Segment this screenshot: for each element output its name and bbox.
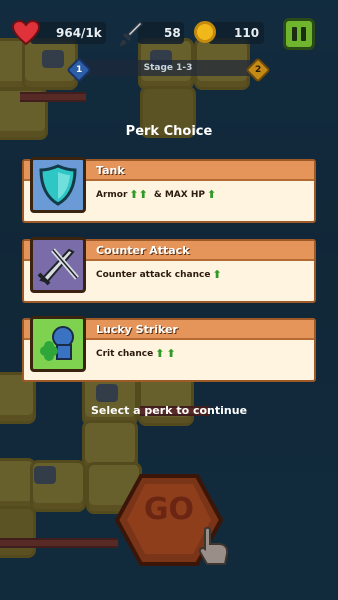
coin-icon	[194, 21, 216, 43]
coin-pill: 110	[208, 22, 264, 44]
attack-pill: 58	[138, 22, 184, 44]
crossed-swords-icon	[30, 237, 86, 293]
sword-icon	[120, 20, 144, 46]
stage-progress: Stage 1-3	[78, 60, 258, 76]
clover-knight-icon	[30, 316, 86, 372]
perk-name: Counter Attack	[96, 244, 190, 257]
health-pill: 964/1k	[30, 22, 106, 44]
perk-modal-title: Perk Choice	[125, 124, 213, 139]
top-hud: 964/1k 58 110	[0, 14, 338, 50]
select-perk-hint: Select a perk to continue	[90, 404, 248, 417]
coin-value: 110	[234, 26, 260, 40]
health-value: 964/1k	[56, 26, 102, 40]
pointer-hand-icon	[198, 526, 229, 565]
perk-card-lucky-striker[interactable]: Lucky Striker Crit chance ⬆ ⬆	[22, 316, 316, 382]
pause-button[interactable]	[283, 18, 315, 50]
perk-card-tank[interactable]: Tank Armor ⬆⬆ & MAX HP ⬆	[22, 157, 316, 223]
attack-value: 58	[164, 26, 181, 40]
perk-description: Armor ⬆⬆ & MAX HP ⬆	[96, 188, 217, 201]
up-arrow-icon: ⬆	[166, 347, 176, 360]
pause-icon	[292, 27, 297, 41]
perk-card-counter-attack[interactable]: Counter Attack Counter attack chance ⬆	[22, 237, 316, 303]
go-button: GO	[113, 470, 229, 570]
heart-icon	[12, 20, 40, 46]
up-arrow-icon: ⬆⬆	[129, 188, 148, 201]
up-arrow-icon: ⬆	[155, 347, 165, 360]
perk-name: Lucky Striker	[96, 323, 178, 336]
up-arrow-icon: ⬆	[206, 188, 217, 201]
go-label: GO	[143, 492, 195, 527]
perk-description: Counter attack chance ⬆	[96, 268, 222, 281]
perk-description: Crit chance ⬆ ⬆	[96, 347, 176, 360]
stage-label: Stage 1-3	[143, 63, 193, 73]
up-arrow-icon: ⬆	[212, 268, 222, 281]
shield-icon	[30, 157, 86, 213]
perk-name: Tank	[96, 164, 125, 177]
